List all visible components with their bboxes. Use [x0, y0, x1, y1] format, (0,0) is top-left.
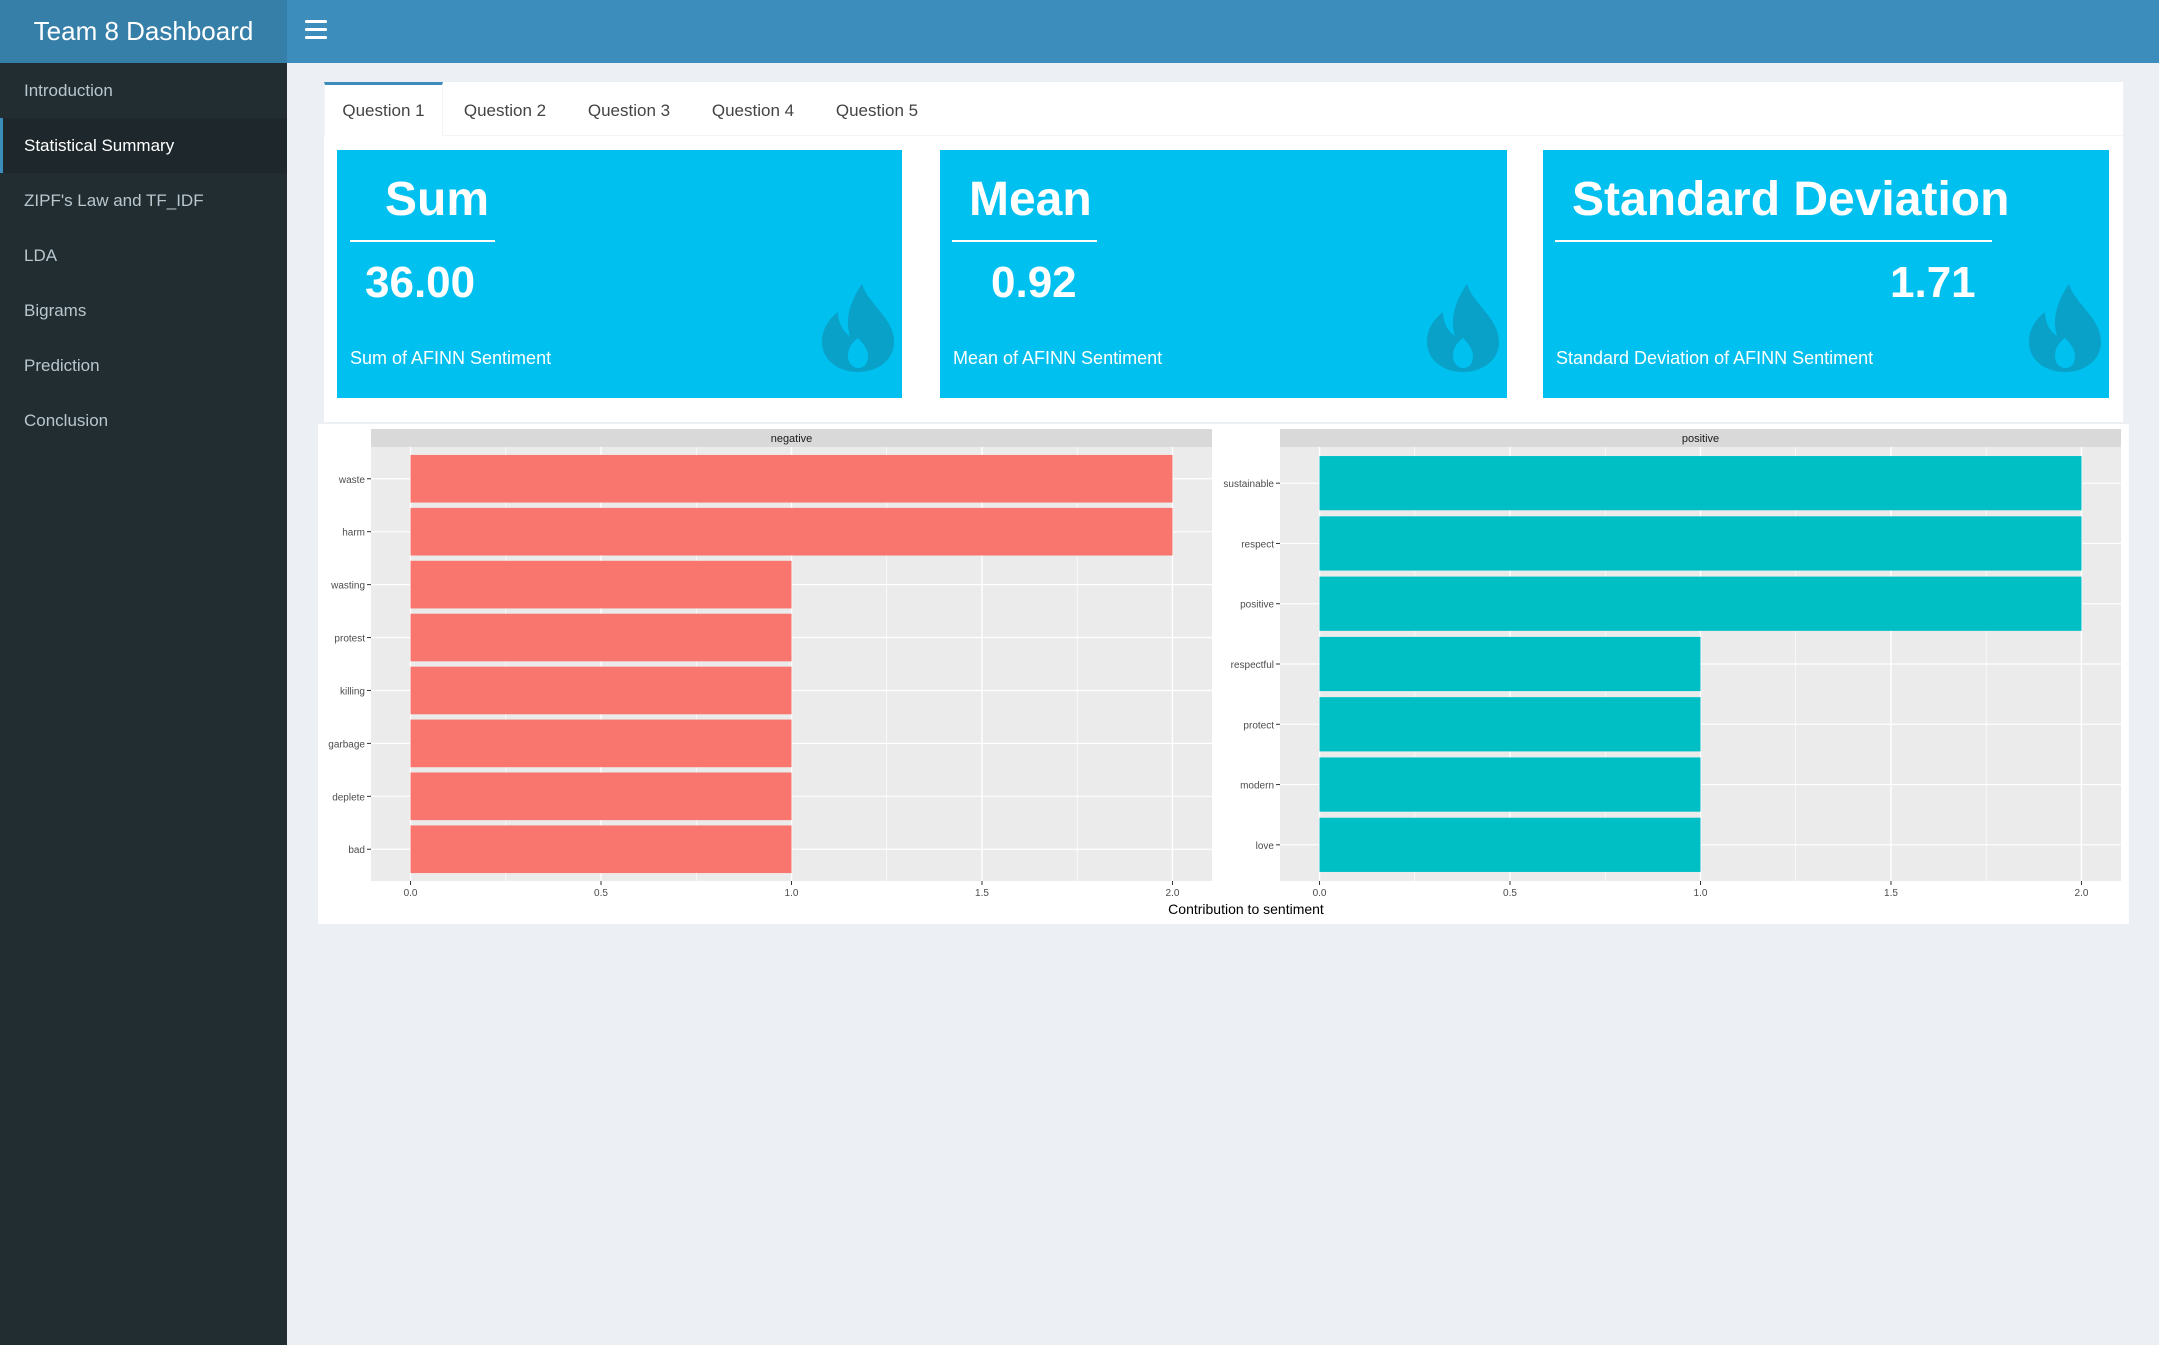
top-navbar: [287, 0, 2159, 63]
negative-bar: [410, 772, 792, 821]
facet-strip-label: negative: [771, 433, 813, 445]
y-tick-label: respect: [1241, 539, 1274, 550]
negative-bar: [410, 666, 792, 715]
value-box-title: Sum: [385, 173, 490, 226]
x-tick-label: 1.0: [1694, 888, 1708, 899]
fire-icon: [2029, 284, 2101, 372]
x-tick-label: 1.5: [1884, 888, 1898, 899]
tab-question-4[interactable]: Question 4: [691, 82, 815, 136]
y-tick-label: respectful: [1231, 660, 1274, 671]
x-tick-label: 0.0: [404, 888, 418, 899]
sidebar-item-statistical-summary[interactable]: Statistical Summary: [0, 118, 287, 173]
negative-bar: [410, 719, 792, 768]
negative-bar: [410, 454, 1173, 503]
positive-bar: [1319, 757, 1701, 812]
y-tick-label: protect: [1243, 720, 1274, 731]
tab-question-1[interactable]: Question 1: [324, 82, 443, 136]
value-box-title: Mean: [969, 173, 1092, 226]
x-tick-label: 2.0: [1166, 888, 1180, 899]
sidebar: Introduction Statistical Summary ZIPF's …: [0, 63, 287, 1345]
sentiment-faceted-bar-chart: negative 0.0 0.5 1.0 1.5 2.0 waste harm wasting p…: [328, 429, 2121, 917]
x-tick-label: 0.5: [1503, 888, 1517, 899]
tab-bar: Question 1 Question 2 Question 3 Questio…: [324, 82, 2123, 136]
facet-strip-label: positive: [1682, 433, 1719, 445]
y-tick-label: garbage: [328, 739, 365, 750]
sidebar-item-lda[interactable]: LDA: [0, 228, 287, 283]
y-tick-label: bad: [348, 845, 365, 856]
y-tick-label: deplete: [332, 792, 365, 803]
sidebar-item-introduction[interactable]: Introduction: [0, 63, 287, 118]
x-axis-title: Contribution to sentiment: [1168, 901, 1324, 917]
negative-bar: [410, 507, 1173, 556]
y-tick-label: waste: [338, 475, 366, 486]
positive-bar: [1319, 636, 1701, 692]
y-tick-label: sustainable: [1223, 479, 1274, 490]
x-tick-label: 1.5: [975, 888, 989, 899]
value-box-value: 1.71: [1890, 258, 1976, 307]
sidebar-item-bigrams[interactable]: Bigrams: [0, 283, 287, 338]
value-box-title: Standard Deviation: [1572, 173, 2010, 226]
tab-question-3[interactable]: Question 3: [567, 82, 691, 136]
value-box-standard-deviation: Standard Deviation 1.71 Standard Deviati…: [1543, 150, 2109, 398]
value-box-divider: [952, 240, 1097, 242]
negative-bar: [410, 560, 792, 609]
value-box-divider: [350, 240, 495, 242]
tab-question-2[interactable]: Question 2: [443, 82, 567, 136]
positive-bar: [1319, 576, 2082, 631]
value-box-subtitle: Sum of AFINN Sentiment: [350, 348, 552, 368]
sentiment-plot-panel: negative 0.0 0.5 1.0 1.5 2.0 waste harm wasting p…: [318, 424, 2129, 924]
x-tick-label: 0.5: [594, 888, 608, 899]
negative-bar: [410, 613, 792, 662]
positive-bar: [1319, 817, 1701, 872]
tab-question-5[interactable]: Question 5: [815, 82, 939, 136]
sidebar-item-zipfs-law[interactable]: ZIPF's Law and TF_IDF: [0, 173, 287, 228]
value-box-subtitle: Mean of AFINN Sentiment: [953, 348, 1163, 368]
x-tick-label: 2.0: [2075, 888, 2089, 899]
y-tick-label: positive: [1240, 600, 1274, 611]
hamburger-menu-icon[interactable]: [305, 20, 327, 42]
y-tick-label: modern: [1240, 781, 1274, 792]
positive-bar: [1319, 697, 1701, 752]
y-tick-label: protest: [334, 634, 365, 645]
value-box-mean: Mean 0.92 Mean of AFINN Sentiment: [940, 150, 1507, 398]
fire-icon: [822, 284, 894, 372]
y-tick-label: wasting: [330, 581, 365, 592]
sidebar-item-conclusion[interactable]: Conclusion: [0, 393, 287, 448]
x-tick-label: 1.0: [785, 888, 799, 899]
value-box-value: 0.92: [991, 258, 1077, 307]
y-tick-label: love: [1256, 841, 1275, 852]
positive-bar: [1319, 456, 2082, 511]
value-box-subtitle: Standard Deviation of AFINN Sentiment: [1556, 348, 1874, 368]
sidebar-item-prediction[interactable]: Prediction: [0, 338, 287, 393]
app-logo-title[interactable]: Team 8 Dashboard: [0, 0, 287, 63]
y-tick-label: killing: [340, 686, 365, 697]
negative-bar: [410, 825, 792, 874]
value-box-sum: Sum 36.00 Sum of AFINN Sentiment: [337, 150, 902, 398]
value-box-divider: [1555, 240, 1992, 242]
value-box-value: 36.00: [365, 258, 476, 307]
x-tick-label: 0.0: [1313, 888, 1327, 899]
fire-icon: [1427, 284, 1499, 372]
positive-bar: [1319, 516, 2082, 571]
y-tick-label: harm: [342, 528, 365, 539]
